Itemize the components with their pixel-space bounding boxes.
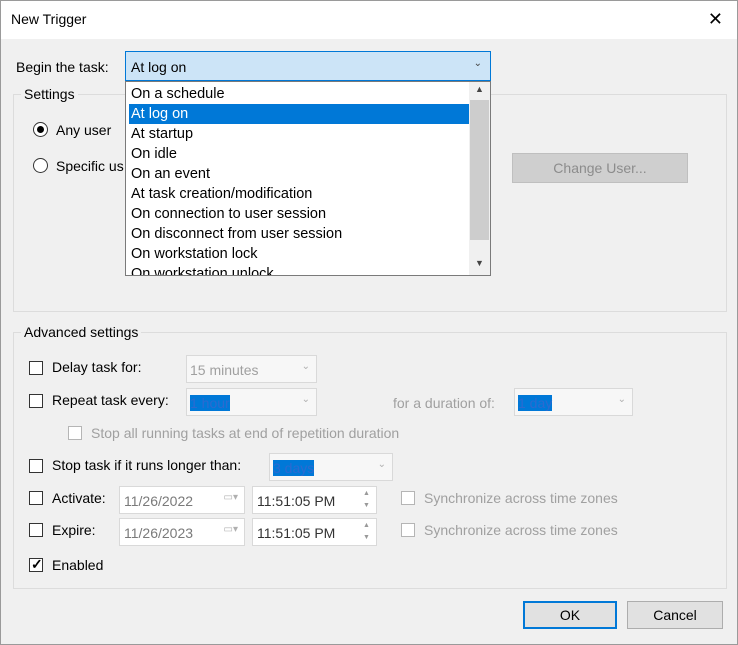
duration-label: for a duration of: <box>393 395 495 411</box>
begin-task-select[interactable]: At log on ⌄ <box>125 51 491 81</box>
scrollbar-thumb[interactable] <box>470 100 489 240</box>
listbox-scrollbar[interactable]: ▲ ▼ <box>469 82 490 275</box>
activate-time-field[interactable]: 11:51:05 PM ▲ ▼ <box>252 486 377 514</box>
enabled-checkbox[interactable] <box>29 556 43 573</box>
activate-time-value: 11:51:05 PM <box>257 493 336 509</box>
chevron-down-icon: ⌄ <box>377 459 386 470</box>
delay-checkbox[interactable] <box>29 361 43 375</box>
list-item[interactable]: On connection to user session <box>129 204 471 224</box>
settings-title: Settings <box>21 86 78 102</box>
list-item[interactable]: At task creation/modification <box>129 184 471 204</box>
delay-select[interactable]: 15 minutes ⌄ <box>186 355 317 383</box>
chevron-down-icon: ⌄ <box>473 58 482 69</box>
duration-value: 1 day <box>518 395 553 411</box>
stop-longer-select[interactable]: 3 days ⌄ <box>269 453 393 481</box>
stop-running-label: Stop all running tasks at end of repetit… <box>91 425 400 441</box>
stop-longer-value: 3 days <box>273 460 315 476</box>
activate-date-value: 11/26/2022 <box>124 493 194 509</box>
repeat-select[interactable]: 1 hour ⌄ <box>186 388 317 416</box>
activate-sync-checkbox[interactable] <box>401 491 415 505</box>
close-icon[interactable]: ✕ <box>708 9 723 30</box>
any-user-radio[interactable] <box>33 122 48 137</box>
time-spinner-icon[interactable]: ▲ ▼ <box>359 488 374 512</box>
expire-label: Expire: <box>52 522 96 538</box>
stop-running-checkbox[interactable] <box>68 426 82 440</box>
specific-user-label: Specific us <box>56 158 124 174</box>
advanced-settings-title: Advanced settings <box>21 324 142 340</box>
expire-time-field[interactable]: 11:51:05 PM ▲ ▼ <box>252 518 377 546</box>
time-spinner-icon[interactable]: ▲ ▼ <box>359 520 374 544</box>
ok-button[interactable]: OK <box>523 601 617 629</box>
title-bar: New Trigger ✕ <box>1 1 737 39</box>
begin-task-listbox[interactable]: On a schedule At log on At startup On id… <box>125 81 491 276</box>
begin-task-selected: At log on <box>131 59 187 75</box>
specific-user-radio[interactable] <box>33 158 48 173</box>
calendar-icon[interactable]: ▭▾ <box>224 492 238 503</box>
expire-date-field[interactable]: 11/26/2023 ▭▾ <box>119 518 245 546</box>
activate-label: Activate: <box>52 490 106 506</box>
repeat-checkbox[interactable] <box>29 394 43 408</box>
list-item[interactable]: On a schedule <box>129 84 471 104</box>
begin-task-label: Begin the task: <box>16 59 109 75</box>
list-item[interactable]: On an event <box>129 164 471 184</box>
chevron-down-icon: ⌄ <box>301 394 310 405</box>
delay-value: 15 minutes <box>190 362 259 378</box>
activate-sync-label: Synchronize across time zones <box>424 490 618 506</box>
repeat-label: Repeat task every: <box>52 392 169 408</box>
new-trigger-dialog: New Trigger ✕ Begin the task: At log on … <box>0 0 738 645</box>
enabled-label: Enabled <box>52 557 104 573</box>
repeat-value: 1 hour <box>190 395 230 411</box>
chevron-down-icon[interactable]: ▼ <box>475 258 484 268</box>
list-item[interactable]: On workstation lock <box>129 244 471 264</box>
list-item[interactable]: On idle <box>129 144 471 164</box>
chevron-down-icon: ⌄ <box>617 394 626 405</box>
any-user-label: Any user <box>56 122 112 138</box>
list-item[interactable]: On disconnect from user session <box>129 224 471 244</box>
chevron-up-icon[interactable]: ▲ <box>475 84 484 94</box>
stop-longer-label: Stop task if it runs longer than: <box>52 457 242 473</box>
list-item[interactable]: At startup <box>129 124 471 144</box>
expire-date-value: 11/26/2023 <box>124 525 194 541</box>
change-user-button[interactable]: Change User... <box>512 153 688 183</box>
calendar-icon[interactable]: ▭▾ <box>224 524 238 535</box>
activate-date-field[interactable]: 11/26/2022 ▭▾ <box>119 486 245 514</box>
window-title: New Trigger <box>11 11 87 27</box>
list-item[interactable]: On workstation unlock <box>129 264 471 275</box>
delay-label: Delay task for: <box>52 359 142 375</box>
chevron-down-icon: ⌄ <box>301 361 310 372</box>
stop-longer-checkbox[interactable] <box>29 459 43 473</box>
list-item[interactable]: At log on <box>129 104 471 124</box>
expire-checkbox[interactable] <box>29 523 43 537</box>
activate-checkbox[interactable] <box>29 491 43 505</box>
duration-select[interactable]: 1 day ⌄ <box>514 388 633 416</box>
expire-time-value: 11:51:05 PM <box>257 525 336 541</box>
expire-sync-checkbox[interactable] <box>401 523 415 537</box>
expire-sync-label: Synchronize across time zones <box>424 522 618 538</box>
cancel-button[interactable]: Cancel <box>627 601 723 629</box>
